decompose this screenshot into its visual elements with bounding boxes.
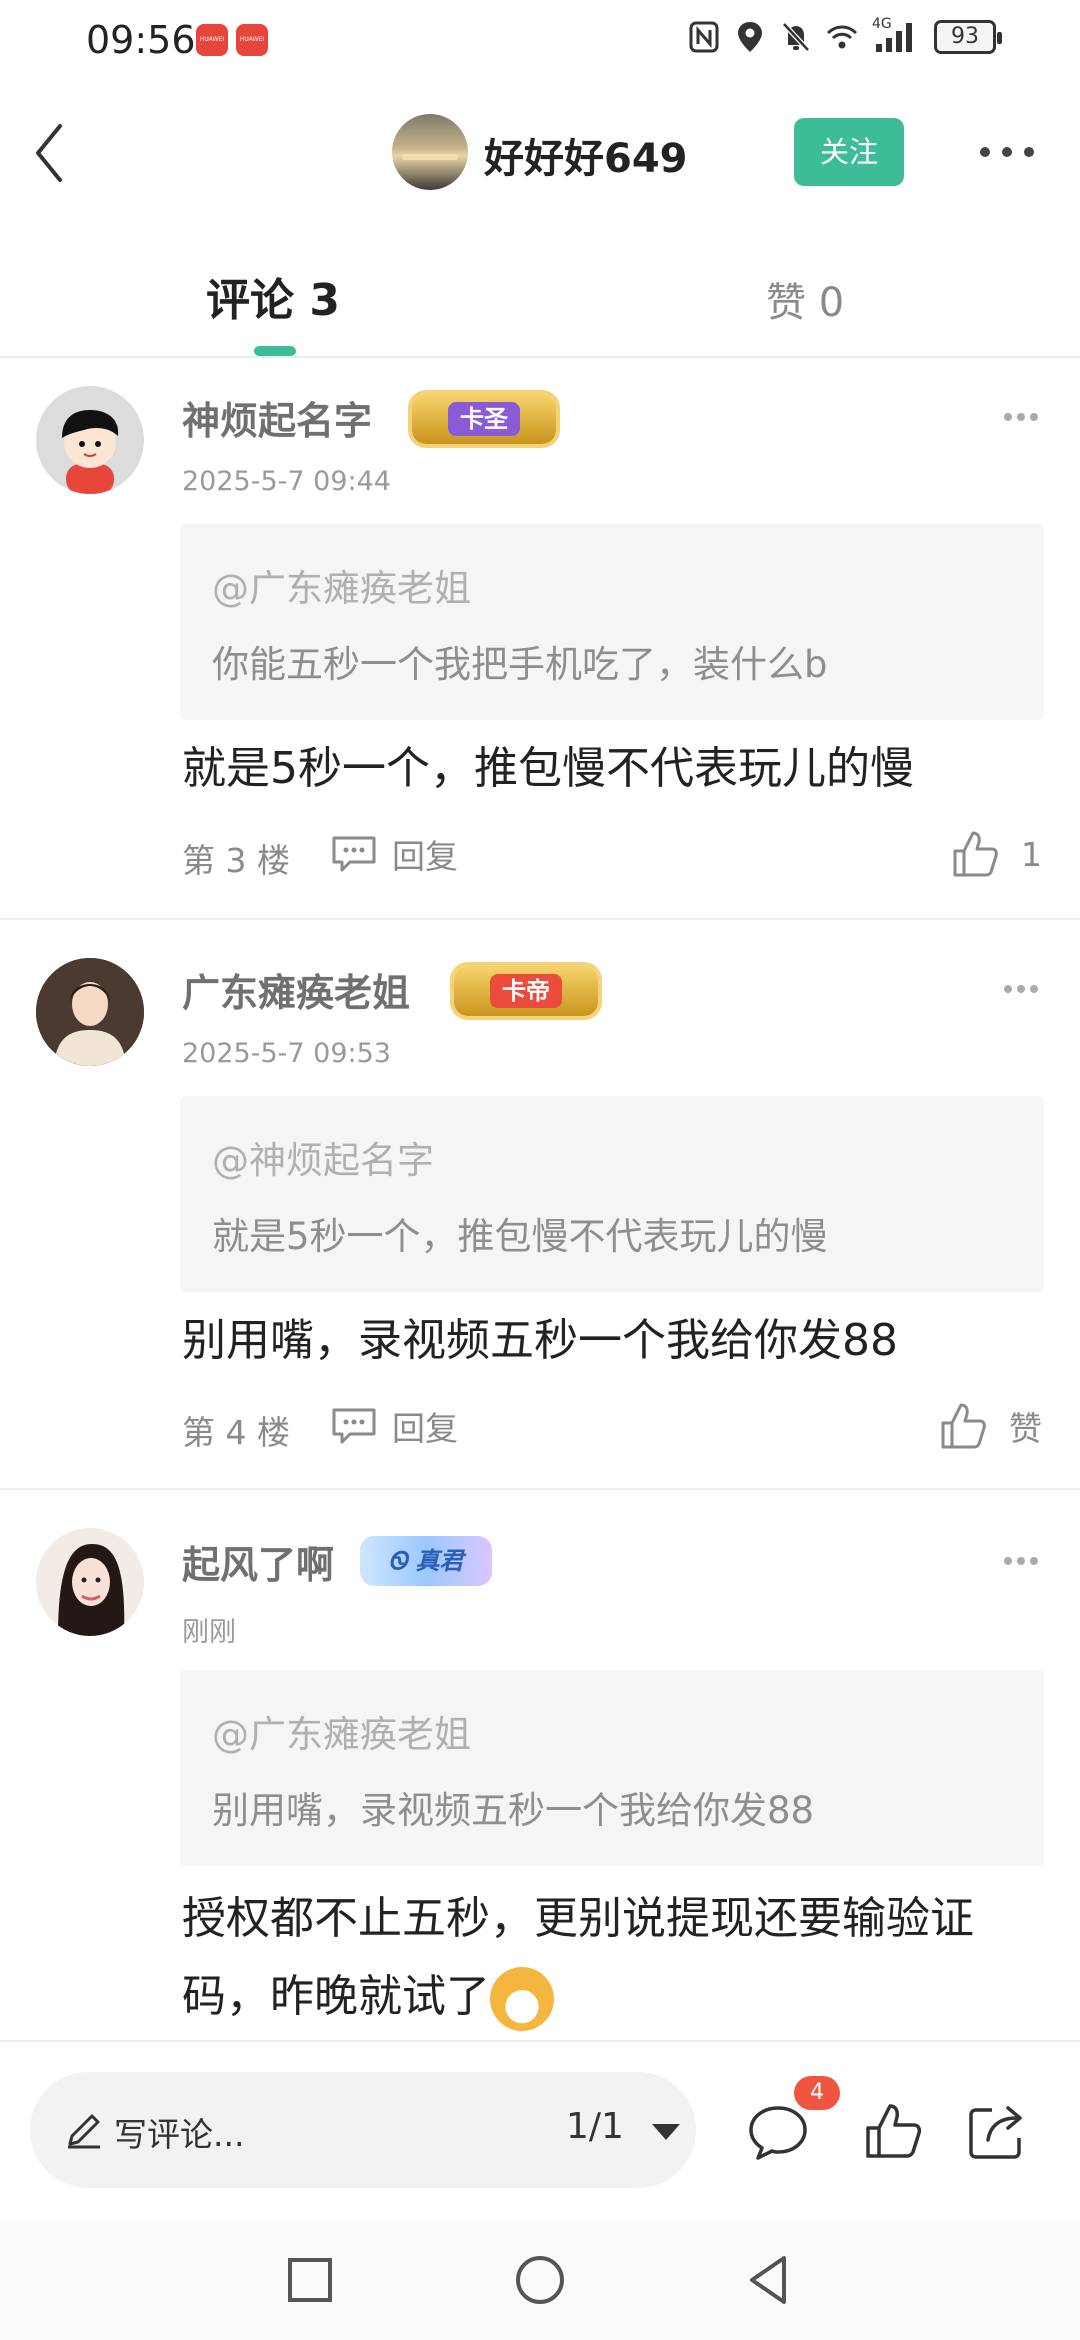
recent-apps-icon[interactable] [280,2250,340,2310]
comment-body: 就是5秒一个，推包慢不代表玩儿的慢 [182,743,914,794]
quote-mention: @广东瘫痪老姐 [212,1713,471,1756]
home-icon[interactable] [510,2250,570,2310]
author-avatar[interactable] [392,114,468,190]
location-icon [738,22,762,52]
reply-icon [332,1408,376,1444]
battery-icon: 93 [934,20,1002,54]
floor-number: 第 4 楼 [182,1413,290,1452]
like-label: 赞 [1009,1409,1042,1448]
mute-icon [782,22,810,52]
comment-more-icon[interactable] [1004,1554,1038,1568]
huawei-app-icon: HUAWEI [236,24,268,56]
quoted-comment[interactable]: @广东瘫痪老姐 别用嘴，录视频五秒一个我给你发88 [180,1670,1044,1866]
back-arrow-icon[interactable] [26,118,86,188]
commenter-avatar[interactable] [36,1528,144,1636]
reply-icon [332,836,376,872]
commenter-name[interactable]: 起风了啊 [182,1534,334,1589]
quote-text: 就是5秒一个，推包慢不代表玩儿的慢 [212,1215,828,1258]
follow-button[interactable]: 关注 [794,118,904,186]
nfc-icon [689,21,719,53]
back-triangle-icon[interactable] [740,2250,800,2310]
tab-bar: 评论 3 赞 0 [0,244,1080,358]
page-indicator[interactable]: 1/1 [566,2106,624,2147]
reply-label: 回复 [392,837,458,876]
quoted-comment[interactable]: @广东瘫痪老姐 你能五秒一个我把手机吃了，装什么b [180,524,1044,720]
commenter-name[interactable]: 广东瘫痪老姐 [182,962,410,1017]
status-bar: 09:56 HUAWEI HUAWEI 4G 93 [0,0,1080,84]
shiba-emoji-icon [490,1967,554,2031]
share-icon[interactable] [966,2102,1030,2162]
floor-number: 第 3 楼 [182,841,290,880]
top-nav-bar: 好好好649 关注 [0,100,1080,206]
comment-time: 2025-5-7 09:44 [182,466,391,497]
page-title[interactable]: 好好好649 [484,126,688,184]
reply-label: 回复 [392,1409,458,1448]
comment-more-icon[interactable] [1004,982,1038,996]
thumbs-up-icon [941,1403,986,1449]
quote-mention: @神烦起名字 [212,1139,434,1182]
comment-body-text: 授权都不止五秒，更别说提现还要输验证码，昨晚就试了 [182,1893,974,2022]
bottom-action-bar: 写评论... 1/1 4 [0,2040,1080,2220]
huawei-app-icon: HUAWEI [196,24,228,56]
like-count: 1 [1021,834,1042,874]
comment-body: 别用嘴，录视频五秒一个我给你发88 [182,1315,898,1366]
comment-time: 2025-5-7 09:53 [182,1038,391,1069]
quote-text: 你能五秒一个我把手机吃了，装什么b [212,643,828,686]
commenter-avatar[interactable] [36,386,144,494]
write-comment-placeholder: 写评论... [114,2115,245,2154]
divider [0,918,1080,920]
quote-text: 别用嘴，录视频五秒一个我给你发88 [212,1789,815,1832]
comment-more-icon[interactable] [1004,410,1038,424]
commenter-name[interactable]: 神烦起名字 [182,390,372,445]
commenter-avatar[interactable] [36,958,144,1066]
quote-mention: @广东瘫痪老姐 [212,567,471,610]
comment-body: 授权都不止五秒，更别说提现还要输验证码，昨晚就试了 [182,1880,1052,2036]
wifi-icon [826,25,858,49]
like-button[interactable]: 1 [951,826,1042,882]
comment-time: 刚刚 [182,1617,236,1648]
level-badge: 卡帝 [454,966,598,1016]
pencil-icon [68,2114,100,2149]
system-navigation-bar [0,2220,1080,2340]
signal-icon: 4G [872,16,920,54]
thumbs-up-icon [953,831,998,877]
status-time: 09:56 [86,18,196,62]
quoted-comment[interactable]: @神烦起名字 就是5秒一个，推包慢不代表玩儿的慢 [180,1096,1044,1292]
reply-button[interactable]: 回复 [330,832,458,876]
active-tab-indicator [254,346,296,356]
write-comment-input[interactable]: 写评论... 1/1 [30,2072,696,2188]
divider [0,1488,1080,1490]
level-badge: Ꮻ 真君 [360,1536,492,1586]
like-button[interactable]: 赞 [939,1398,1042,1454]
tab-comments[interactable]: 评论 3 [206,264,340,328]
level-badge: 卡圣 [412,394,556,444]
comment-icon[interactable] [746,2102,810,2162]
more-options-icon[interactable] [980,134,1034,170]
comment-count-badge: 4 [794,2076,840,2110]
caret-down-icon[interactable] [652,2124,680,2140]
thumbs-up-icon[interactable] [862,2102,926,2162]
reply-button[interactable]: 回复 [330,1404,458,1448]
tab-likes[interactable]: 赞 0 [766,270,844,328]
